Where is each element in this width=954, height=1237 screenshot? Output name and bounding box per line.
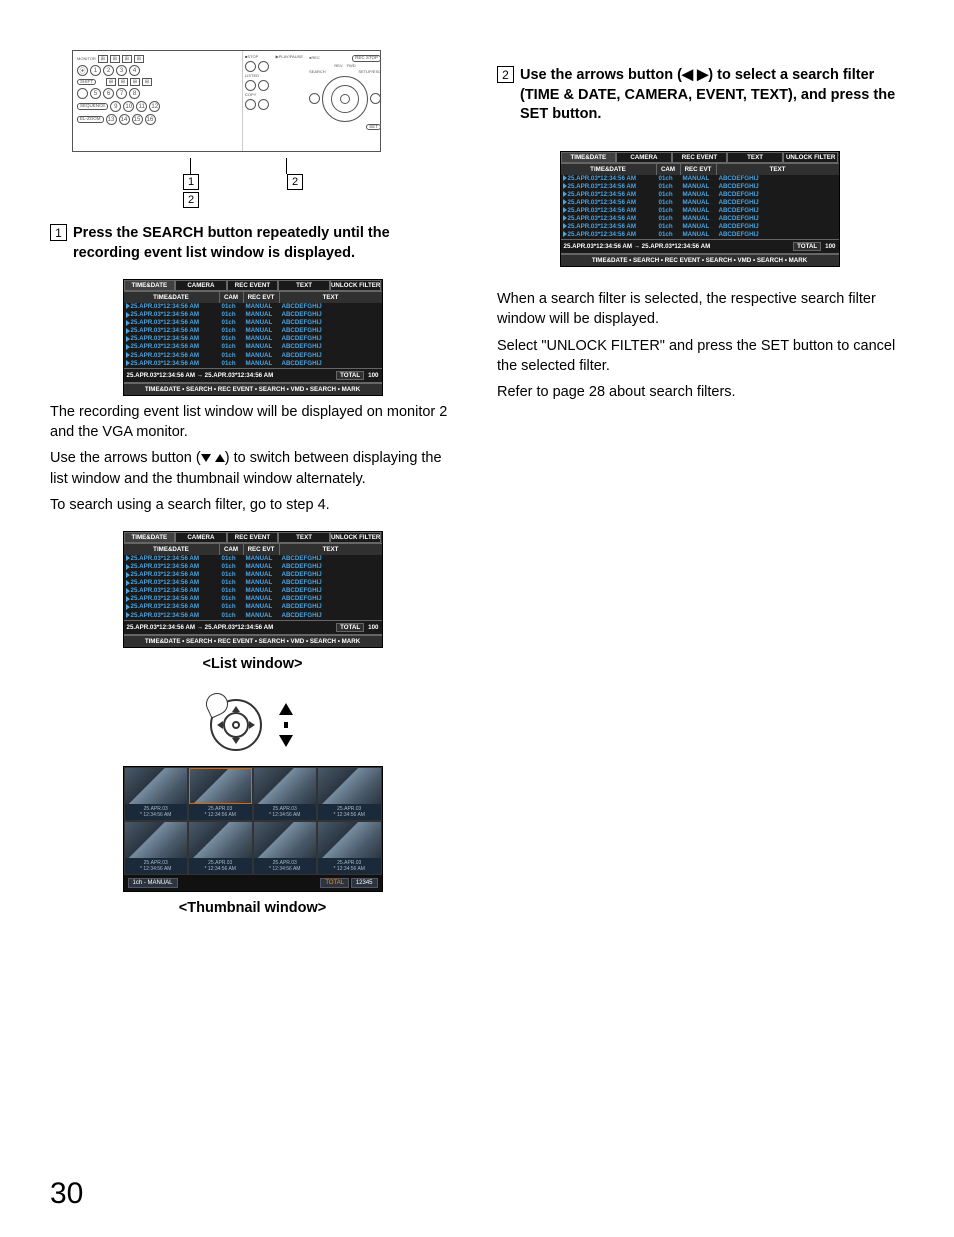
paragraph: Refer to page 28 about search filters. [497, 382, 902, 402]
paragraph: Select "UNLOCK FILTER" and press the SET… [497, 336, 902, 377]
paragraph: Use the arrows button ( ) to switch betw… [50, 448, 455, 489]
total-value: 12345 [351, 878, 378, 888]
step-text: Press the SEARCH button repeatedly until… [73, 224, 455, 263]
table-rows: 25.APR.03*12:34:56 AM01chMANUALABCDEFGHI… [124, 303, 382, 368]
thumbnail-item: 25.APR.03* 12:34:56 AM [317, 821, 382, 875]
table-row: 25.APR.03*12:34:56 AM01chMANUALABCDEFGHI… [124, 587, 382, 595]
callout-lines: 1 2 2 [72, 158, 455, 208]
date-range: 25.APR.03*12:34:56 AM → 25.APR.03*12:34:… [127, 372, 274, 379]
list-window-caption: <List window> [50, 656, 455, 672]
thumbnail-item: 25.APR.03* 12:34:56 AM [253, 767, 318, 821]
thumbnail-item: 25.APR.03* 12:34:56 AM [317, 767, 382, 821]
table-row: 25.APR.03*12:34:56 AM01chMANUALABCDEFGHI… [124, 555, 382, 563]
tab-time-date: TIME&DATE [124, 280, 176, 291]
num-button: 2 [103, 65, 114, 76]
table-row: 25.APR.03*12:34:56 AM01chMANUALABCDEFGHI… [124, 612, 382, 620]
table-row: 25.APR.03*12:34:56 AM01chMANUALABCDEFGHI… [124, 571, 382, 579]
table-row: 25.APR.03*12:34:56 AM01chMANUALABCDEFGHI… [124, 563, 382, 571]
table-row: 25.APR.03*12:34:56 AM01chMANUALABCDEFGHI… [124, 303, 382, 311]
num-button: 1 [90, 65, 101, 76]
thumbnail-window-caption: <Thumbnail window> [50, 900, 455, 916]
num-button: 3 [116, 65, 127, 76]
table-row: 25.APR.03*12:34:56 AM01chMANUALABCDEFGHI… [561, 231, 839, 239]
table-row: 25.APR.03*12:34:56 AM01chMANUALABCDEFGHI… [561, 223, 839, 231]
tab-camera: CAMERA [175, 280, 227, 291]
tab-text: TEXT [278, 280, 330, 291]
up-arrow-icon [215, 454, 225, 462]
channel-chip: 1ch - MANUAL [128, 878, 178, 888]
table-row: 25.APR.03*12:34:56 AM01chMANUALABCDEFGHI… [124, 327, 382, 335]
paragraph: The recording event list window will be … [50, 402, 455, 443]
table-tabs: TIME&DATE CAMERA REC EVENT TEXT UNLOCK F… [124, 280, 382, 291]
callout-box: 1 [183, 174, 199, 190]
step-number-box: 2 [497, 66, 514, 83]
navigation-dial-diagram [208, 690, 298, 760]
table-row: 25.APR.03*12:34:56 AM01chMANUALABCDEFGHI… [124, 311, 382, 319]
search-label: SEARCH [309, 70, 326, 74]
table-row: 25.APR.03*12:34:56 AM01chMANUALABCDEFGHI… [561, 191, 839, 199]
paragraph: To search using a search filter, go to s… [50, 495, 455, 515]
thumbnail-item: 25.APR.03* 12:34:56 AM [253, 821, 318, 875]
event-list-window: TIME&DATE CAMERA REC EVENT TEXT UNLOCK F… [123, 531, 383, 648]
tab-unlock-filter: UNLOCK FILTER [330, 280, 382, 291]
thumbnail-grid: 25.APR.03* 12:34:56 AM25.APR.03* 12:34:5… [124, 767, 382, 875]
table-row: 25.APR.03*12:34:56 AM01chMANUALABCDEFGHI… [124, 319, 382, 327]
step-2: 2 Use the arrows button (◀ ▶) to select … [497, 66, 902, 125]
table-row: 25.APR.03*12:34:56 AM01chMANUALABCDEFGHI… [124, 603, 382, 611]
thumbnail-item: 25.APR.03* 12:34:56 AM [188, 767, 253, 821]
thumbnail-item: 25.APR.03* 12:34:56 AM [124, 767, 189, 821]
callout-box: 2 [287, 174, 303, 190]
thumbnail-item: 25.APR.03* 12:34:56 AM [188, 821, 253, 875]
event-list-window: TIME&DATE CAMERA REC EVENT TEXT UNLOCK F… [123, 279, 383, 396]
tab-rec-event: REC EVENT [227, 280, 279, 291]
search-button-icon [309, 93, 320, 104]
down-arrow-icon [201, 454, 211, 462]
callout-box: 2 [183, 192, 199, 208]
table-row: 25.APR.03*12:34:56 AM01chMANUALABCDEFGHI… [561, 183, 839, 191]
paragraph: When a search filter is selected, the re… [497, 289, 902, 330]
table-row: 25.APR.03*12:34:56 AM01chMANUALABCDEFGHI… [561, 175, 839, 183]
left-arrow-icon [217, 721, 223, 729]
table-row: 25.APR.03*12:34:56 AM01chMANUALABCDEFGHI… [561, 199, 839, 207]
step-number-box: 1 [50, 224, 67, 241]
table-row: 25.APR.03*12:34:56 AM01chMANUALABCDEFGHI… [561, 207, 839, 215]
label: MONITOR [77, 57, 96, 61]
num-button: 4 [129, 65, 140, 76]
jog-dial-icon [322, 76, 368, 122]
page-number: 30 [50, 1177, 83, 1211]
up-arrow-icon [232, 706, 240, 712]
thumbnail-item: 25.APR.03* 12:34:56 AM [124, 821, 189, 875]
step-text: Use the arrows button (◀ ▶) to select a … [520, 66, 902, 125]
table-row: 25.APR.03*12:34:56 AM01chMANUALABCDEFGHI… [561, 215, 839, 223]
device-panel-diagram: MONITOR ⊞⊞⊞⊞ ⦿ 1 2 3 4 SHIFT ⊞⊞⊞⊞ [72, 50, 381, 152]
table-row: 25.APR.03*12:34:56 AM01chMANUALABCDEFGHI… [124, 335, 382, 343]
footer-nav: TIME&DATE • SEARCH • REC EVENT • SEARCH … [124, 383, 382, 395]
thumbnail-window: 25.APR.03* 12:34:56 AM25.APR.03* 12:34:5… [123, 766, 383, 892]
down-arrow-icon [232, 738, 240, 744]
table-row: 25.APR.03*12:34:56 AM01chMANUALABCDEFGHI… [124, 352, 382, 360]
set-button-label: SET [366, 124, 381, 131]
table-row: 25.APR.03*12:34:56 AM01chMANUALABCDEFGHI… [124, 595, 382, 603]
total-value: 100 [368, 372, 378, 379]
right-arrow-icon [249, 721, 255, 729]
hand-icon [202, 689, 231, 718]
table-row: 25.APR.03*12:34:56 AM01chMANUALABCDEFGHI… [124, 343, 382, 351]
table-row: 25.APR.03*12:34:56 AM01chMANUALABCDEFGHI… [124, 579, 382, 587]
event-list-window: TIME&DATE CAMERA REC EVENT TEXT UNLOCK F… [560, 151, 840, 268]
up-down-arrow-icon [276, 703, 296, 747]
step-1: 1 Press the SEARCH button repeatedly unt… [50, 224, 455, 263]
table-row: 25.APR.03*12:34:56 AM01chMANUALABCDEFGHI… [124, 360, 382, 368]
